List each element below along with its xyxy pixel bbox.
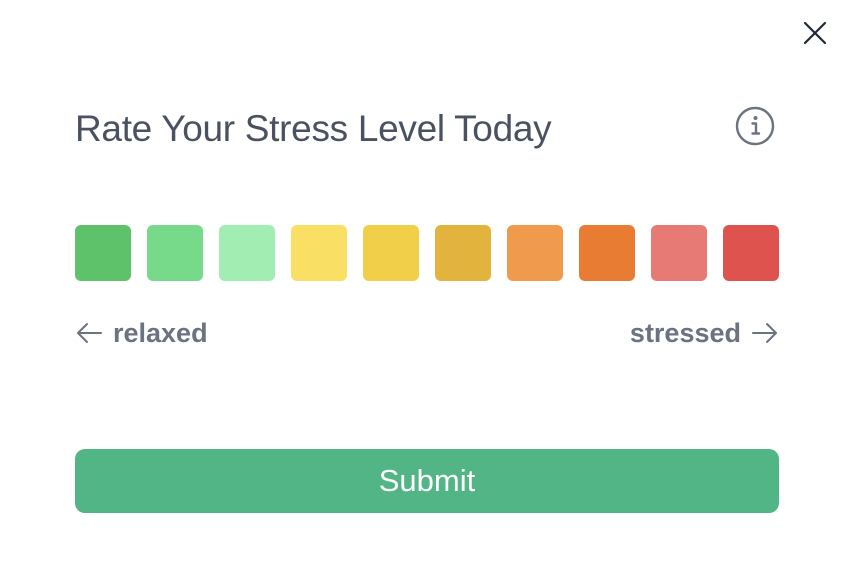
stress-level-5-swatch[interactable] [363, 225, 419, 281]
close-icon [803, 21, 827, 45]
stress-level-4-swatch[interactable] [291, 225, 347, 281]
stress-level-3-swatch[interactable] [219, 225, 275, 281]
stress-level-6-swatch[interactable] [435, 225, 491, 281]
stress-level-7-swatch[interactable] [507, 225, 563, 281]
arrow-left-icon [77, 323, 102, 343]
close-button[interactable] [800, 18, 830, 48]
stress-level-10-swatch[interactable] [723, 225, 779, 281]
stressed-label: stressed [629, 317, 741, 348]
relaxed-label-group: relaxed [75, 316, 208, 350]
stress-rating-dialog: Rate Your Stress Level Today relaxed str… [0, 0, 854, 574]
stress-scale [75, 225, 779, 281]
stress-level-8-swatch[interactable] [579, 225, 635, 281]
stress-level-2-swatch[interactable] [147, 225, 203, 281]
dialog-title: Rate Your Stress Level Today [75, 108, 552, 149]
relaxed-label: relaxed [113, 317, 208, 348]
info-button[interactable] [734, 105, 776, 147]
stressed-label-group: stressed [630, 316, 779, 350]
stress-level-1-swatch[interactable] [75, 225, 131, 281]
arrow-right-icon [752, 323, 777, 343]
info-icon [735, 106, 775, 146]
submit-button[interactable]: Submit [75, 449, 779, 513]
stress-level-9-swatch[interactable] [651, 225, 707, 281]
